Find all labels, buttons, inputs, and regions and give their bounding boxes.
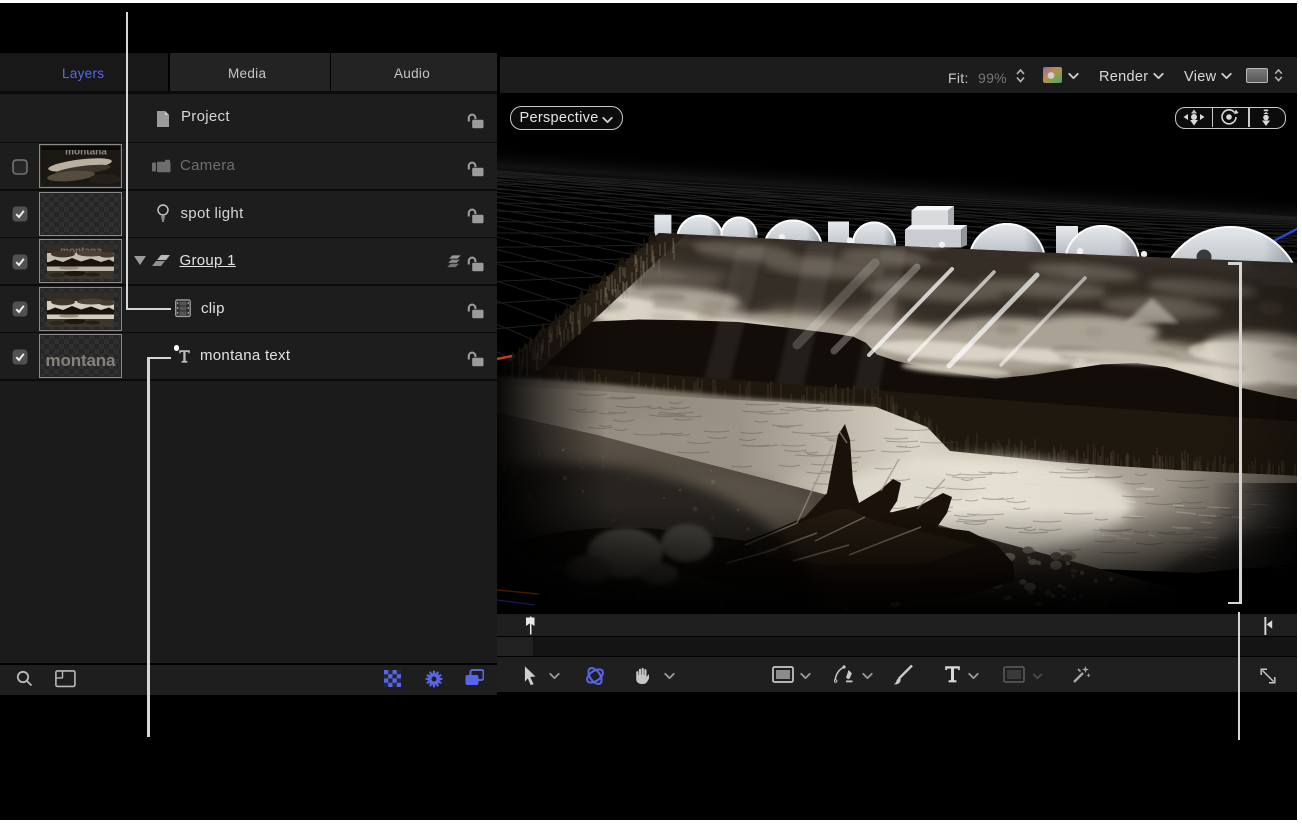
svg-text:montana: montana <box>46 351 117 370</box>
